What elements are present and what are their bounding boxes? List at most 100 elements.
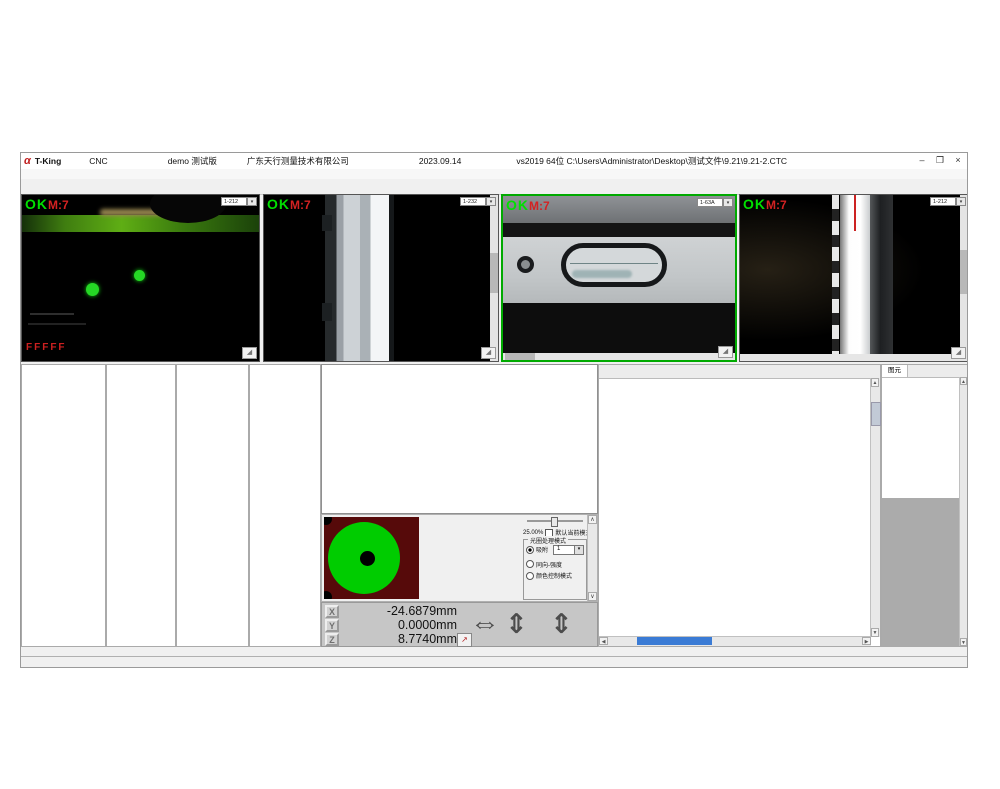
results-hscrollbar[interactable]: ◀ ▶ <box>599 636 871 646</box>
y-coordinate-value: 0.0000mm <box>339 618 457 632</box>
element-panel-empty-area <box>882 498 960 646</box>
camera2-notch <box>322 215 332 231</box>
ring-light-corner-dot[interactable] <box>324 591 332 599</box>
range-value: 1-232 <box>460 197 486 206</box>
group-title: 光圈处理模式 <box>528 536 568 545</box>
app-demo-label: demo 测试版 <box>168 155 217 167</box>
camera4-range-dropdown[interactable]: 1-212▾ <box>930 197 966 206</box>
chevron-down-icon[interactable]: ▾ <box>247 197 257 206</box>
status-ok-text: OK <box>25 196 48 212</box>
status-m-text: M:7 <box>766 198 787 212</box>
gain-value: 25.00% <box>523 530 543 536</box>
scroll-right-icon[interactable]: ▶ <box>862 637 871 645</box>
camera1-laser-dot <box>86 283 99 296</box>
chevron-down-icon[interactable]: ▾ <box>574 546 583 554</box>
diagonal-move-button[interactable]: ↗ <box>457 633 472 647</box>
color-mode-label: 颜色控制模式 <box>536 571 572 580</box>
status-ok-text: OK <box>506 197 529 213</box>
scrollbar-thumb[interactable] <box>960 250 968 294</box>
camera-view-3-selected[interactable]: OKM:7 1-63A▾ ◢ <box>501 194 737 362</box>
camera1-resize-grip[interactable]: ◢ <box>242 347 257 359</box>
camera-view-1[interactable]: OKM:7 1-212▾ FFFFF ◢ <box>21 194 260 362</box>
camera4-red-marker <box>854 195 856 231</box>
scroll-up-icon[interactable]: ∧ <box>588 515 597 524</box>
status-m-text: M:7 <box>48 198 69 212</box>
scrollbar-thumb[interactable] <box>505 353 535 360</box>
results-table-panel: ▲ ▼ ◀ ▶ <box>598 364 881 647</box>
adsorb-select[interactable]: 1▾ <box>553 545 584 555</box>
color-mode-radio[interactable] <box>526 572 534 580</box>
camera3-dark-band <box>503 223 735 237</box>
element-scrollbar[interactable]: ▲ ▼ <box>959 377 968 646</box>
adsorb-label: 吸附 <box>536 545 548 554</box>
camera3-resize-grip[interactable]: ◢ <box>718 346 733 358</box>
camera3-range-dropdown[interactable]: 1-63A▾ <box>697 198 733 207</box>
scroll-up-icon[interactable]: ▲ <box>871 378 879 387</box>
camera4-resize-grip[interactable]: ◢ <box>951 347 966 359</box>
jog-z-arrows-icon[interactable]: ⇕ <box>550 609 573 639</box>
status-bar <box>21 656 967 668</box>
ring-light-center[interactable] <box>360 551 375 566</box>
camera4-scrollbar[interactable] <box>960 195 968 361</box>
chevron-down-icon[interactable]: ▾ <box>723 198 733 207</box>
page: α T-King CNC demo 测试版 广东天行测量技术有限公司 2023.… <box>0 0 1000 789</box>
measurement-list-1 <box>21 364 106 647</box>
camera2-range-dropdown[interactable]: 1-232▾ <box>460 197 496 206</box>
scroll-down-icon[interactable]: ▼ <box>960 638 967 646</box>
range-value: 1-212 <box>930 197 956 206</box>
camera1-green-band <box>22 215 259 232</box>
tab-element[interactable]: 图元 <box>882 365 908 377</box>
light-options-panel: 25.00% 默认当前模式 光圈处理模式 吸附 1▾ <box>521 515 597 601</box>
results-vscrollbar[interactable]: ▲ ▼ <box>870 378 880 637</box>
camera3-slot-feature <box>561 243 667 287</box>
range-value: 1-63A <box>697 198 723 207</box>
minimize-button[interactable]: – <box>913 154 931 168</box>
range-value: 1-212 <box>221 197 247 206</box>
z-axis-icon: Z <box>325 633 339 646</box>
results-grid <box>599 378 871 637</box>
chevron-down-icon[interactable]: ▾ <box>486 197 496 206</box>
results-tab-bar <box>599 365 880 379</box>
camera2-rod-image <box>264 195 498 361</box>
x-coordinate-value: -24.6879mm <box>339 604 457 618</box>
ring-light-corner-dot[interactable] <box>324 517 332 525</box>
title-date: 2023.09.14 <box>419 156 462 166</box>
close-button[interactable]: × <box>949 154 967 168</box>
camera-view-4[interactable]: OKM:7 1-212▾ ◢ <box>739 194 968 362</box>
scroll-left-icon[interactable]: ◀ <box>599 637 608 645</box>
secondary-status-strip <box>21 647 598 656</box>
scrollbar-thumb[interactable] <box>871 402 881 426</box>
maximize-button[interactable]: ❐ <box>931 154 949 168</box>
scroll-up-icon[interactable]: ▲ <box>960 377 967 385</box>
scrollbar-thumb[interactable] <box>637 637 712 645</box>
ring-light-widget[interactable] <box>324 517 419 599</box>
camera2-scrollbar[interactable] <box>490 195 498 361</box>
z-coordinate-value: 8.7740mm <box>339 632 457 646</box>
toolbar <box>21 179 967 195</box>
camera-view-2[interactable]: OKM:7 1-232▾ ◢ <box>263 194 499 362</box>
app-title: T-King <box>35 156 61 166</box>
camera2-resize-grip[interactable]: ◢ <box>481 347 496 359</box>
slider-thumb[interactable] <box>551 517 558 527</box>
direction-radio[interactable] <box>526 560 534 568</box>
camera4-status-label: OKM:7 <box>743 196 787 214</box>
adsorb-select-value: 1 <box>554 546 574 554</box>
measurement-list-3 <box>176 364 249 647</box>
camera3-hscrollbar[interactable] <box>503 353 735 360</box>
x-axis-icon: X <box>325 605 339 618</box>
jog-horizontal-arrows-icon[interactable]: ⇔ <box>470 611 500 637</box>
adsorb-radio[interactable] <box>526 546 534 554</box>
options-scrollbar[interactable]: ∧ ∨ <box>587 515 597 601</box>
app-subtitle: CNC <box>89 156 107 166</box>
measurement-list-4 <box>249 364 321 647</box>
scroll-down-icon[interactable]: ▼ <box>871 628 879 637</box>
chevron-down-icon[interactable]: ▾ <box>956 197 966 206</box>
scrollbar-thumb[interactable] <box>490 253 498 293</box>
gain-slider[interactable] <box>527 520 583 522</box>
jog-vertical-arrows-icon[interactable]: ⇕ <box>505 609 528 639</box>
camera1-overlay-text: FFFFF <box>26 342 67 353</box>
camera1-range-dropdown[interactable]: 1-212▾ <box>221 197 257 206</box>
camera4-hscrollbar[interactable] <box>740 354 960 361</box>
company-name: 广东天行测量技术有限公司 <box>247 155 349 167</box>
scroll-down-icon[interactable]: ∨ <box>588 592 597 601</box>
